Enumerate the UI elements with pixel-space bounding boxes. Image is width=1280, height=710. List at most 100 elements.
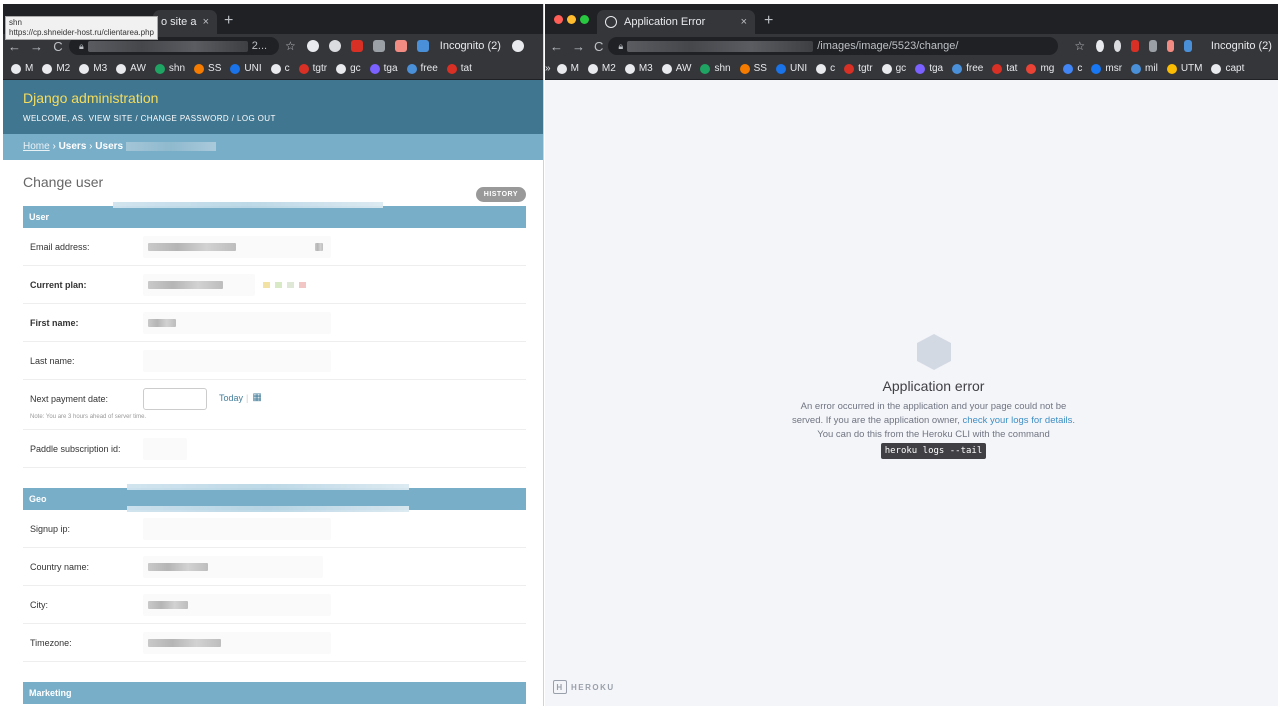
user-tools[interactable]: WELCOME, AS. VIEW SITE / CHANGE PASSWORD… bbox=[23, 114, 523, 123]
forward-icon[interactable]: → bbox=[572, 39, 585, 54]
close-tab-icon[interactable]: × bbox=[203, 16, 209, 28]
bookmark-item[interactable]: M2 bbox=[587, 63, 616, 74]
extension-pdf-icon[interactable] bbox=[394, 40, 407, 52]
logs-link[interactable]: check your logs for details. bbox=[963, 415, 1075, 426]
calendar-icon[interactable]: ▦ bbox=[252, 392, 261, 403]
breadcrumb-home[interactable]: Home bbox=[23, 141, 50, 152]
reload-icon[interactable]: C bbox=[594, 39, 603, 54]
email-field[interactable] bbox=[143, 235, 331, 258]
extension-shield-icon[interactable] bbox=[1148, 40, 1157, 52]
forward-icon[interactable]: → bbox=[30, 39, 43, 54]
back-icon[interactable]: ← bbox=[550, 39, 563, 54]
error-title: Application error bbox=[882, 378, 985, 394]
tab-title: o site adm bbox=[161, 16, 197, 28]
bookmark-item[interactable]: AW bbox=[661, 63, 691, 74]
extension-shield-icon[interactable] bbox=[372, 40, 385, 52]
incognito-label[interactable]: Incognito (2) bbox=[1211, 40, 1272, 52]
tab-django-admin[interactable]: o site adm × bbox=[153, 10, 217, 34]
bookmark-favicon-icon bbox=[1063, 63, 1074, 74]
bookmark-favicon-icon bbox=[79, 63, 90, 74]
close-window-icon[interactable] bbox=[554, 15, 563, 24]
bookmark-item[interactable]: capt bbox=[1211, 63, 1244, 74]
extension-blue-icon[interactable] bbox=[1184, 40, 1192, 52]
bookmark-item[interactable]: shn bbox=[154, 63, 185, 74]
address-bar[interactable]: 🔒︎ /images/image/5523/change/ bbox=[608, 37, 1059, 55]
bookmark-item[interactable]: tat bbox=[992, 63, 1017, 74]
bookmark-item[interactable]: tgtr bbox=[844, 63, 873, 74]
bookmark-item[interactable]: shn bbox=[700, 63, 731, 74]
zoom-window-icon[interactable] bbox=[580, 15, 589, 24]
tab-application-error[interactable]: Application Error × bbox=[597, 10, 755, 34]
bookmark-item[interactable]: tga bbox=[369, 63, 398, 74]
bookmark-item[interactable]: tga bbox=[915, 63, 943, 74]
extension-pdf-icon[interactable] bbox=[1166, 40, 1175, 52]
bookmark-item[interactable]: M3 bbox=[624, 63, 653, 74]
bookmark-item[interactable]: M2 bbox=[42, 63, 70, 74]
reload-icon[interactable]: C bbox=[52, 39, 64, 54]
left-tabbar: shn https://cp.shneider-host.ru/clientar… bbox=[3, 4, 543, 40]
bookmark-favicon-icon bbox=[230, 63, 241, 74]
bookmark-item[interactable]: AW bbox=[116, 63, 146, 74]
timezone-field[interactable] bbox=[143, 631, 331, 654]
site-brand[interactable]: Django administration bbox=[23, 90, 523, 106]
bookmark-favicon-icon bbox=[369, 63, 380, 74]
bookmark-item[interactable]: UNI bbox=[775, 63, 807, 74]
field-label: Next payment date: bbox=[30, 394, 109, 404]
bookmarks-overflow-icon[interactable]: » bbox=[545, 63, 551, 74]
bookmark-item[interactable]: c bbox=[270, 63, 290, 74]
bookmark-item[interactable]: free bbox=[952, 63, 983, 74]
extension-icon[interactable] bbox=[1096, 40, 1104, 52]
bookmark-star-icon[interactable]: ☆ bbox=[285, 39, 296, 53]
today-link[interactable]: Today bbox=[219, 393, 243, 403]
bookmark-item[interactable]: free bbox=[406, 63, 438, 74]
bookmark-item[interactable]: gc bbox=[336, 63, 361, 74]
bookmark-label: free bbox=[966, 63, 984, 74]
bookmark-item[interactable]: msr bbox=[1091, 63, 1122, 74]
signup-ip-field[interactable] bbox=[143, 517, 331, 540]
country-name-field[interactable] bbox=[143, 555, 323, 578]
incognito-icon[interactable] bbox=[511, 40, 524, 52]
close-tab-icon[interactable]: × bbox=[741, 16, 747, 28]
bookmark-item[interactable]: mg bbox=[1026, 63, 1054, 74]
extension-globe-icon[interactable] bbox=[1113, 40, 1122, 52]
bookmark-item[interactable]: SS bbox=[739, 63, 767, 74]
bookmark-item[interactable]: M bbox=[556, 63, 579, 74]
bookmark-item[interactable]: UNI bbox=[230, 63, 262, 74]
form-row-next-payment-date: Next payment date: Today | ▦ Note: You a… bbox=[23, 380, 526, 430]
new-tab-icon[interactable]: + bbox=[764, 12, 773, 30]
breadcrumb-model[interactable]: Users bbox=[95, 141, 123, 152]
breadcrumb-section[interactable]: Users bbox=[59, 141, 87, 152]
right-bookmarks-bar: » M M2 M3 AW shn SS UNI c tgtr gc tga free tat mg c msr… bbox=[545, 58, 1278, 80]
current-plan-select[interactable] bbox=[143, 273, 255, 296]
bookmark-item[interactable]: gc bbox=[881, 63, 906, 74]
bookmark-item[interactable]: tat bbox=[446, 63, 472, 74]
extension-red-icon[interactable] bbox=[350, 40, 363, 52]
new-tab-icon[interactable]: + bbox=[224, 12, 233, 30]
extension-blue-icon[interactable] bbox=[416, 40, 429, 52]
bookmark-item[interactable]: M bbox=[11, 63, 33, 74]
back-icon[interactable]: ← bbox=[8, 39, 21, 54]
incognito-label[interactable]: Incognito (2) bbox=[440, 40, 501, 52]
bookmark-item[interactable]: c bbox=[1063, 63, 1082, 74]
extension-globe-icon[interactable] bbox=[328, 40, 341, 52]
form-row-city: City: bbox=[23, 586, 526, 624]
bookmark-item[interactable]: SS bbox=[194, 63, 221, 74]
city-field[interactable] bbox=[143, 593, 331, 616]
last-name-field[interactable] bbox=[143, 349, 331, 372]
next-payment-date-input[interactable] bbox=[143, 388, 207, 410]
bookmark-item[interactable]: M3 bbox=[79, 63, 107, 74]
history-button[interactable]: HISTORY bbox=[475, 187, 526, 202]
breadcrumb-blurred-object bbox=[125, 141, 216, 151]
extension-red-icon[interactable] bbox=[1131, 40, 1139, 52]
fieldset-marketing-heading: Marketing bbox=[23, 682, 526, 704]
minimize-window-icon[interactable] bbox=[567, 15, 576, 24]
bookmark-item[interactable]: c bbox=[816, 63, 835, 74]
bookmark-item[interactable]: UTM bbox=[1166, 63, 1202, 74]
bookmark-star-icon[interactable]: ☆ bbox=[1074, 39, 1085, 53]
first-name-field[interactable] bbox=[143, 311, 331, 334]
bookmark-item[interactable]: tgtr bbox=[298, 63, 327, 74]
extension-icon[interactable] bbox=[306, 40, 319, 52]
help-text: Note: You are 3 hours ahead of server ti… bbox=[30, 414, 147, 420]
bookmark-item[interactable]: mil bbox=[1131, 63, 1158, 74]
paddle-subscription-field[interactable] bbox=[143, 437, 187, 460]
